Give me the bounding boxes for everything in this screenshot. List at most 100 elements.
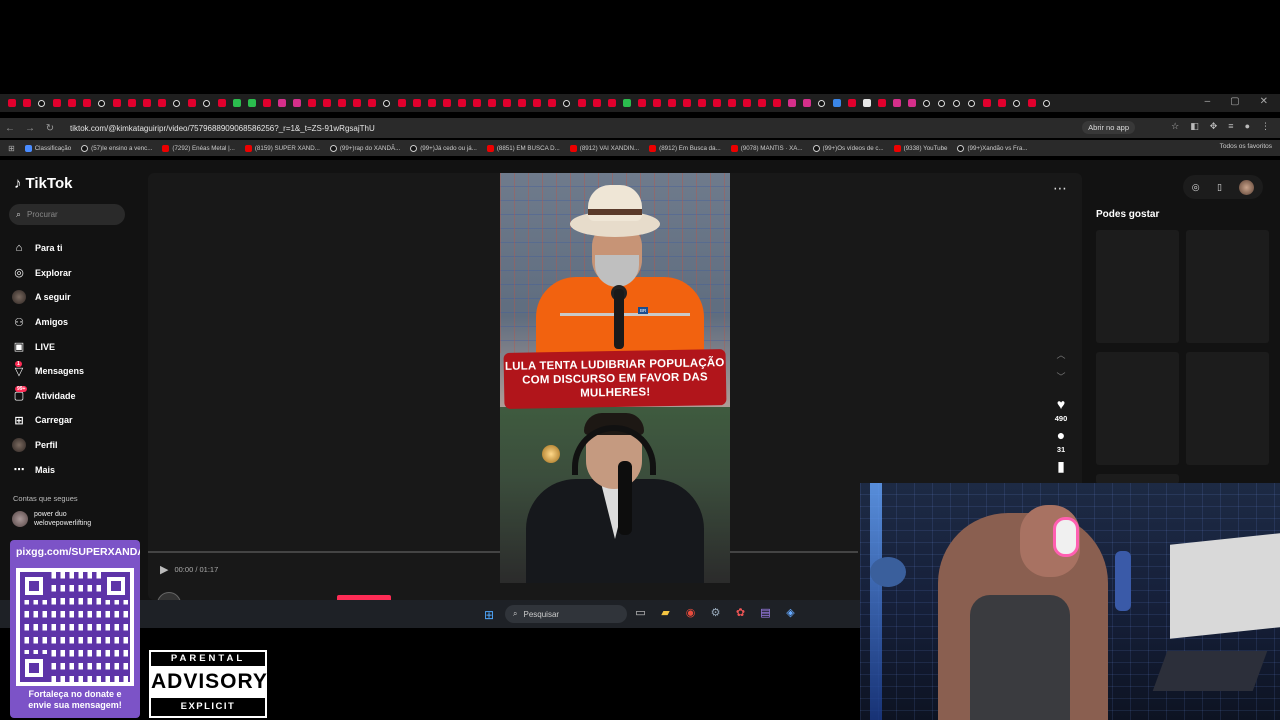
chevron-up-icon[interactable]: ︿ xyxy=(1046,348,1076,370)
browser-tab[interactable] xyxy=(19,96,34,111)
browser-tab[interactable] xyxy=(559,96,574,111)
browser-tab[interactable] xyxy=(94,96,109,111)
browser-tab[interactable] xyxy=(844,96,859,111)
browser-tab[interactable] xyxy=(664,96,679,111)
media-icon[interactable]: ≡ xyxy=(1228,121,1233,132)
suggested-video-thumb[interactable] xyxy=(1186,230,1269,343)
browser-tab[interactable] xyxy=(514,96,529,111)
sidebar-item-para-ti[interactable]: ⌂ Para ti xyxy=(12,236,137,261)
star-icon[interactable]: ☆ xyxy=(1171,121,1179,132)
bookmark-item[interactable]: (8159) SUPER XAND... xyxy=(244,144,320,152)
browser-tab[interactable] xyxy=(544,96,559,111)
browser-tab[interactable] xyxy=(79,96,94,111)
browser-tab[interactable] xyxy=(679,96,694,111)
browser-tab[interactable] xyxy=(724,96,739,111)
browser-tab[interactable] xyxy=(349,96,364,111)
browser-tab[interactable] xyxy=(379,96,394,111)
browser-tab[interactable] xyxy=(109,96,124,111)
browser-tab[interactable] xyxy=(799,96,814,111)
browser-tab[interactable] xyxy=(424,96,439,111)
browser-tab[interactable] xyxy=(319,96,334,111)
bookmark-item[interactable]: (99+)rap do XANDÃ... xyxy=(329,144,400,152)
apps-grid-icon[interactable]: ⊞ xyxy=(8,144,15,153)
browser-tab[interactable] xyxy=(784,96,799,111)
comment-icon[interactable]: ● xyxy=(1046,427,1076,443)
user-avatar[interactable] xyxy=(1239,179,1255,195)
bookmark-item[interactable]: (99+)Os vídeos de c... xyxy=(812,144,884,152)
settings-icon[interactable]: ⚙ xyxy=(708,606,723,619)
browser-tab[interactable] xyxy=(589,96,604,111)
browser-tab[interactable] xyxy=(184,96,199,111)
chevron-down-icon[interactable]: ﹀ xyxy=(1046,370,1076,392)
url-field[interactable]: tiktok.com/@kimkataguiripr/video/7579688… xyxy=(70,124,375,133)
browser-tab[interactable] xyxy=(619,96,634,111)
browser-tab[interactable] xyxy=(1024,96,1039,111)
browser-tab[interactable] xyxy=(964,96,979,111)
browser-tab[interactable] xyxy=(364,96,379,111)
sidebar-item-atividade[interactable]: ▢ 99+ Atividade xyxy=(12,384,137,409)
browser-tab[interactable] xyxy=(394,96,409,111)
sidebar-item-live[interactable]: ▣ LIVE xyxy=(12,334,137,359)
app-icon[interactable]: ✿ xyxy=(733,606,748,619)
suggested-video-thumb[interactable] xyxy=(1096,352,1179,465)
bookmark-item[interactable]: (9338) YouTube xyxy=(893,144,947,152)
sidebar-item-explorar[interactable]: ◎ Explorar xyxy=(12,261,137,286)
browser-tab[interactable] xyxy=(49,96,64,111)
bookmark-item[interactable]: (8912) Em Busca da... xyxy=(649,144,721,152)
obs-icon[interactable]: ▤ xyxy=(758,606,773,619)
bookmark-item[interactable]: (57)Ie ensino a venc... xyxy=(81,144,152,152)
bookmark-item[interactable]: Classificação xyxy=(24,144,71,152)
bookmark-item[interactable]: (9078) MANTIS · XA... xyxy=(730,144,803,152)
search-input[interactable]: ⌕ Procurar xyxy=(9,204,125,225)
browser-tab[interactable] xyxy=(289,96,304,111)
reload-icon[interactable]: ↻ xyxy=(40,123,60,134)
browser-tab[interactable] xyxy=(229,96,244,111)
steam-icon[interactable]: ◈ xyxy=(783,606,798,619)
bookmark-item[interactable]: (99+)Xandão vs Fra... xyxy=(957,144,1027,152)
browser-tab[interactable] xyxy=(259,96,274,111)
browser-tab[interactable] xyxy=(304,96,319,111)
browser-tab[interactable] xyxy=(694,96,709,111)
bookmark-item[interactable]: (8851) EM BUSCA D... xyxy=(486,144,560,152)
sidebar-item-carregar[interactable]: ⊞ Carregar xyxy=(12,408,137,433)
browser-tab[interactable] xyxy=(139,96,154,111)
browser-tab[interactable] xyxy=(829,96,844,111)
close-window-icon[interactable]: ✕ xyxy=(1260,96,1268,107)
browser-tab[interactable] xyxy=(124,96,139,111)
browser-tab[interactable] xyxy=(1039,96,1054,111)
browser-tab[interactable] xyxy=(334,96,349,111)
browser-tab[interactable] xyxy=(484,96,499,111)
browser-tab[interactable] xyxy=(889,96,904,111)
browser-tab[interactable] xyxy=(769,96,784,111)
all-bookmarks-folder[interactable]: Todos os favoritos xyxy=(1220,143,1272,150)
sidebar-item-mensagens[interactable]: ▽ 1 Mensagens xyxy=(12,359,137,384)
browser-tab[interactable] xyxy=(169,96,184,111)
forward-icon[interactable]: → xyxy=(20,123,40,134)
chrome-icon[interactable]: ◉ xyxy=(683,606,698,619)
sidebar-item-a-seguir[interactable]: A seguir xyxy=(12,285,137,310)
browser-tab[interactable] xyxy=(874,96,889,111)
browser-tab[interactable] xyxy=(64,96,79,111)
profile-avatar-icon[interactable]: ● xyxy=(1245,121,1250,132)
file-explorer-icon[interactable]: ▰ xyxy=(658,606,673,619)
browser-tab[interactable] xyxy=(439,96,454,111)
sidebar-item-amigos[interactable]: ⚇ Amigos xyxy=(12,310,137,335)
browser-tab[interactable] xyxy=(649,96,664,111)
tiktok-logo[interactable]: ♪ TikTok xyxy=(14,175,72,192)
browser-tab[interactable] xyxy=(469,96,484,111)
device-icon[interactable]: ▯ xyxy=(1217,182,1222,193)
bookmark-item[interactable]: (99+)Já cedo ou já... xyxy=(410,144,477,152)
browser-tab[interactable] xyxy=(919,96,934,111)
browser-tab[interactable] xyxy=(574,96,589,111)
menu-icon[interactable]: ⋮ xyxy=(1261,121,1270,132)
play-icon[interactable]: ▶ xyxy=(160,563,168,576)
windows-start-icon[interactable]: ⊞ xyxy=(484,608,494,622)
browser-tab[interactable] xyxy=(604,96,619,111)
maximize-icon[interactable]: ▢ xyxy=(1230,96,1239,107)
browser-tab[interactable] xyxy=(199,96,214,111)
task-view-icon[interactable]: ▭ xyxy=(633,606,648,619)
browser-tab[interactable] xyxy=(814,96,829,111)
suggested-video-thumb[interactable] xyxy=(1186,352,1269,465)
minimize-icon[interactable]: – xyxy=(1205,96,1211,107)
browser-tab[interactable] xyxy=(529,96,544,111)
